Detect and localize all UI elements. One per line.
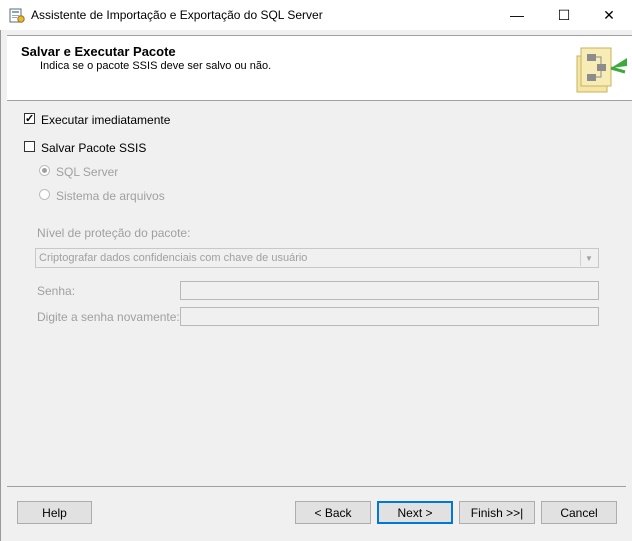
back-button[interactable]: < Back: [295, 501, 371, 524]
file-system-radio[interactable]: [39, 189, 50, 200]
close-button[interactable]: ✕: [586, 0, 632, 30]
password-field[interactable]: [180, 281, 599, 300]
minimize-button[interactable]: —: [494, 0, 540, 30]
cancel-button[interactable]: Cancel: [541, 501, 617, 524]
maximize-button[interactable]: ☐: [541, 0, 587, 30]
run-immediately-checkbox[interactable]: ✓: [24, 113, 35, 125]
close-icon: ✕: [603, 6, 615, 23]
chevron-down-icon: ▼: [580, 250, 597, 266]
sql-server-radio[interactable]: [39, 165, 50, 176]
password-confirm-field[interactable]: [180, 307, 599, 326]
file-system-label: Sistema de arquivos: [56, 189, 165, 203]
maximize-icon: ☐: [557, 6, 571, 23]
save-package-checkbox[interactable]: [24, 141, 35, 152]
sql-server-label: SQL Server: [56, 165, 119, 179]
next-button[interactable]: Next >: [377, 501, 453, 524]
radio-selected-dot: [42, 168, 47, 173]
title-bar: Assistente de Importação e Exportação do…: [0, 0, 632, 30]
window-border: [0, 30, 1, 541]
password-confirm-label: Digite a senha novamente:: [37, 310, 180, 324]
window-title: Assistente de Importação e Exportação do…: [31, 8, 323, 22]
save-package-label: Salvar Pacote SSIS: [41, 141, 147, 155]
minimize-icon: —: [510, 7, 524, 23]
password-label: Senha:: [37, 284, 76, 298]
page-subtitle: Indica se o pacote SSIS deve ser salvo o…: [40, 60, 272, 72]
run-immediately-label: Executar imediatamente: [41, 113, 171, 127]
finish-button[interactable]: Finish >>|: [459, 501, 535, 524]
footer-separator: [7, 486, 626, 487]
help-button[interactable]: Help: [17, 501, 92, 524]
checkmark-icon: ✓: [25, 113, 35, 125]
package-flow-icon: [576, 47, 627, 93]
protection-level-label: Nível de proteção do pacote:: [37, 226, 191, 240]
protection-level-dropdown[interactable]: Criptografar dados confidenciais com cha…: [35, 248, 599, 268]
page-title: Salvar e Executar Pacote: [21, 44, 176, 59]
wizard-app-icon: [9, 8, 25, 23]
wizard-header: Salvar e Executar Pacote Indica se o pac…: [7, 35, 632, 101]
protection-level-value: Criptografar dados confidenciais com cha…: [39, 252, 308, 264]
